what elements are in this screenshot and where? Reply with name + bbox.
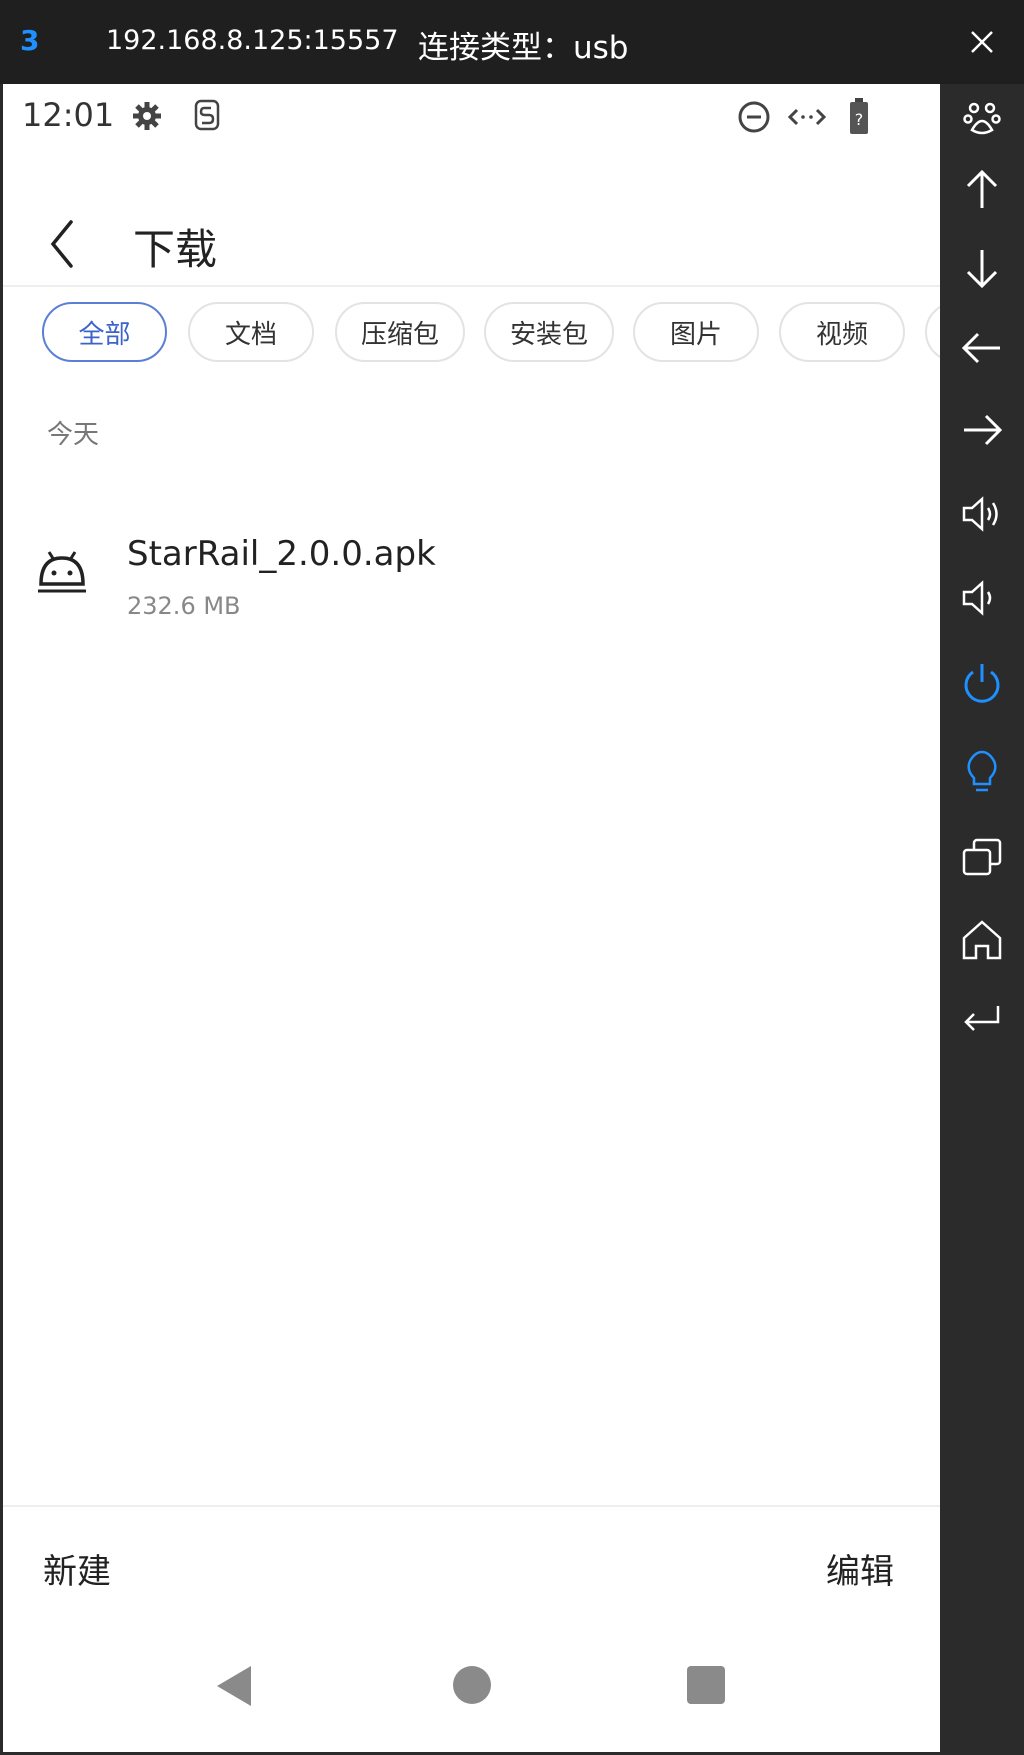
control-sidebar bbox=[940, 84, 1024, 1755]
filter-chips: 全部 文档 压缩包 安装包 图片 视频 bbox=[3, 302, 940, 368]
window-titlebar: 3 192.168.8.125:15557 连接类型：usb bbox=[0, 0, 1024, 84]
window-number: 3 bbox=[20, 24, 40, 57]
nav-home-icon[interactable] bbox=[453, 1666, 491, 1704]
status-time: 12:01 bbox=[22, 96, 115, 134]
nav-back-icon[interactable] bbox=[213, 1664, 257, 1708]
section-label-today: 今天 bbox=[47, 420, 100, 450]
do-not-disturb-icon bbox=[738, 101, 770, 133]
arrow-up-icon[interactable] bbox=[958, 166, 1006, 214]
arrow-down-icon[interactable] bbox=[958, 244, 1006, 292]
divider bbox=[3, 285, 940, 287]
arrow-left-icon[interactable] bbox=[958, 324, 1006, 372]
sim-s-icon bbox=[194, 99, 220, 131]
status-bar: 12:01 ? bbox=[3, 84, 940, 146]
chip-more[interactable] bbox=[925, 302, 940, 362]
android-icon bbox=[38, 551, 86, 593]
page-title: 下载 bbox=[133, 225, 218, 274]
file-size: 232.6 MB bbox=[127, 592, 241, 620]
home-icon[interactable] bbox=[958, 916, 1006, 964]
chip-videos[interactable]: 视频 bbox=[779, 302, 905, 362]
gear-icon bbox=[133, 102, 161, 130]
chip-images[interactable]: 图片 bbox=[633, 302, 759, 362]
chip-all[interactable]: 全部 bbox=[42, 302, 167, 362]
new-button[interactable]: 新建 bbox=[43, 1544, 111, 1593]
app-bar: 下载 bbox=[3, 204, 940, 284]
power-icon[interactable] bbox=[958, 660, 1006, 708]
close-icon[interactable] bbox=[966, 26, 998, 58]
volume-up-icon[interactable] bbox=[958, 490, 1006, 538]
chip-packages[interactable]: 安装包 bbox=[484, 302, 614, 362]
edit-button[interactable]: 编辑 bbox=[826, 1544, 894, 1593]
device-address: 192.168.8.125:15557 bbox=[106, 25, 399, 56]
arrow-right-icon[interactable] bbox=[958, 406, 1006, 454]
file-list-item[interactable]: StarRail_2.0.0.apk 232.6 MB bbox=[3, 494, 940, 620]
battery-icon: ? bbox=[850, 98, 868, 134]
data-sync-icon bbox=[787, 108, 827, 126]
chip-documents[interactable]: 文档 bbox=[188, 302, 314, 362]
svg-text:?: ? bbox=[855, 110, 864, 129]
divider bbox=[3, 1505, 940, 1507]
phone-screen: 12:01 ? 下载 全部 文档 压缩包 安装包 图片 视频 今天 StarRa… bbox=[3, 84, 940, 1752]
back-arrow-icon[interactable] bbox=[43, 214, 83, 274]
connection-type: 连接类型：usb bbox=[418, 30, 629, 66]
bulb-icon[interactable] bbox=[958, 748, 1006, 796]
file-name: StarRail_2.0.0.apk bbox=[127, 534, 436, 574]
chip-archives[interactable]: 压缩包 bbox=[335, 302, 465, 362]
volume-down-icon[interactable] bbox=[958, 574, 1006, 622]
return-icon[interactable] bbox=[958, 996, 1006, 1044]
paw-icon[interactable] bbox=[958, 94, 1006, 142]
nav-recents-icon[interactable] bbox=[687, 1666, 725, 1704]
windows-icon[interactable] bbox=[958, 834, 1006, 882]
